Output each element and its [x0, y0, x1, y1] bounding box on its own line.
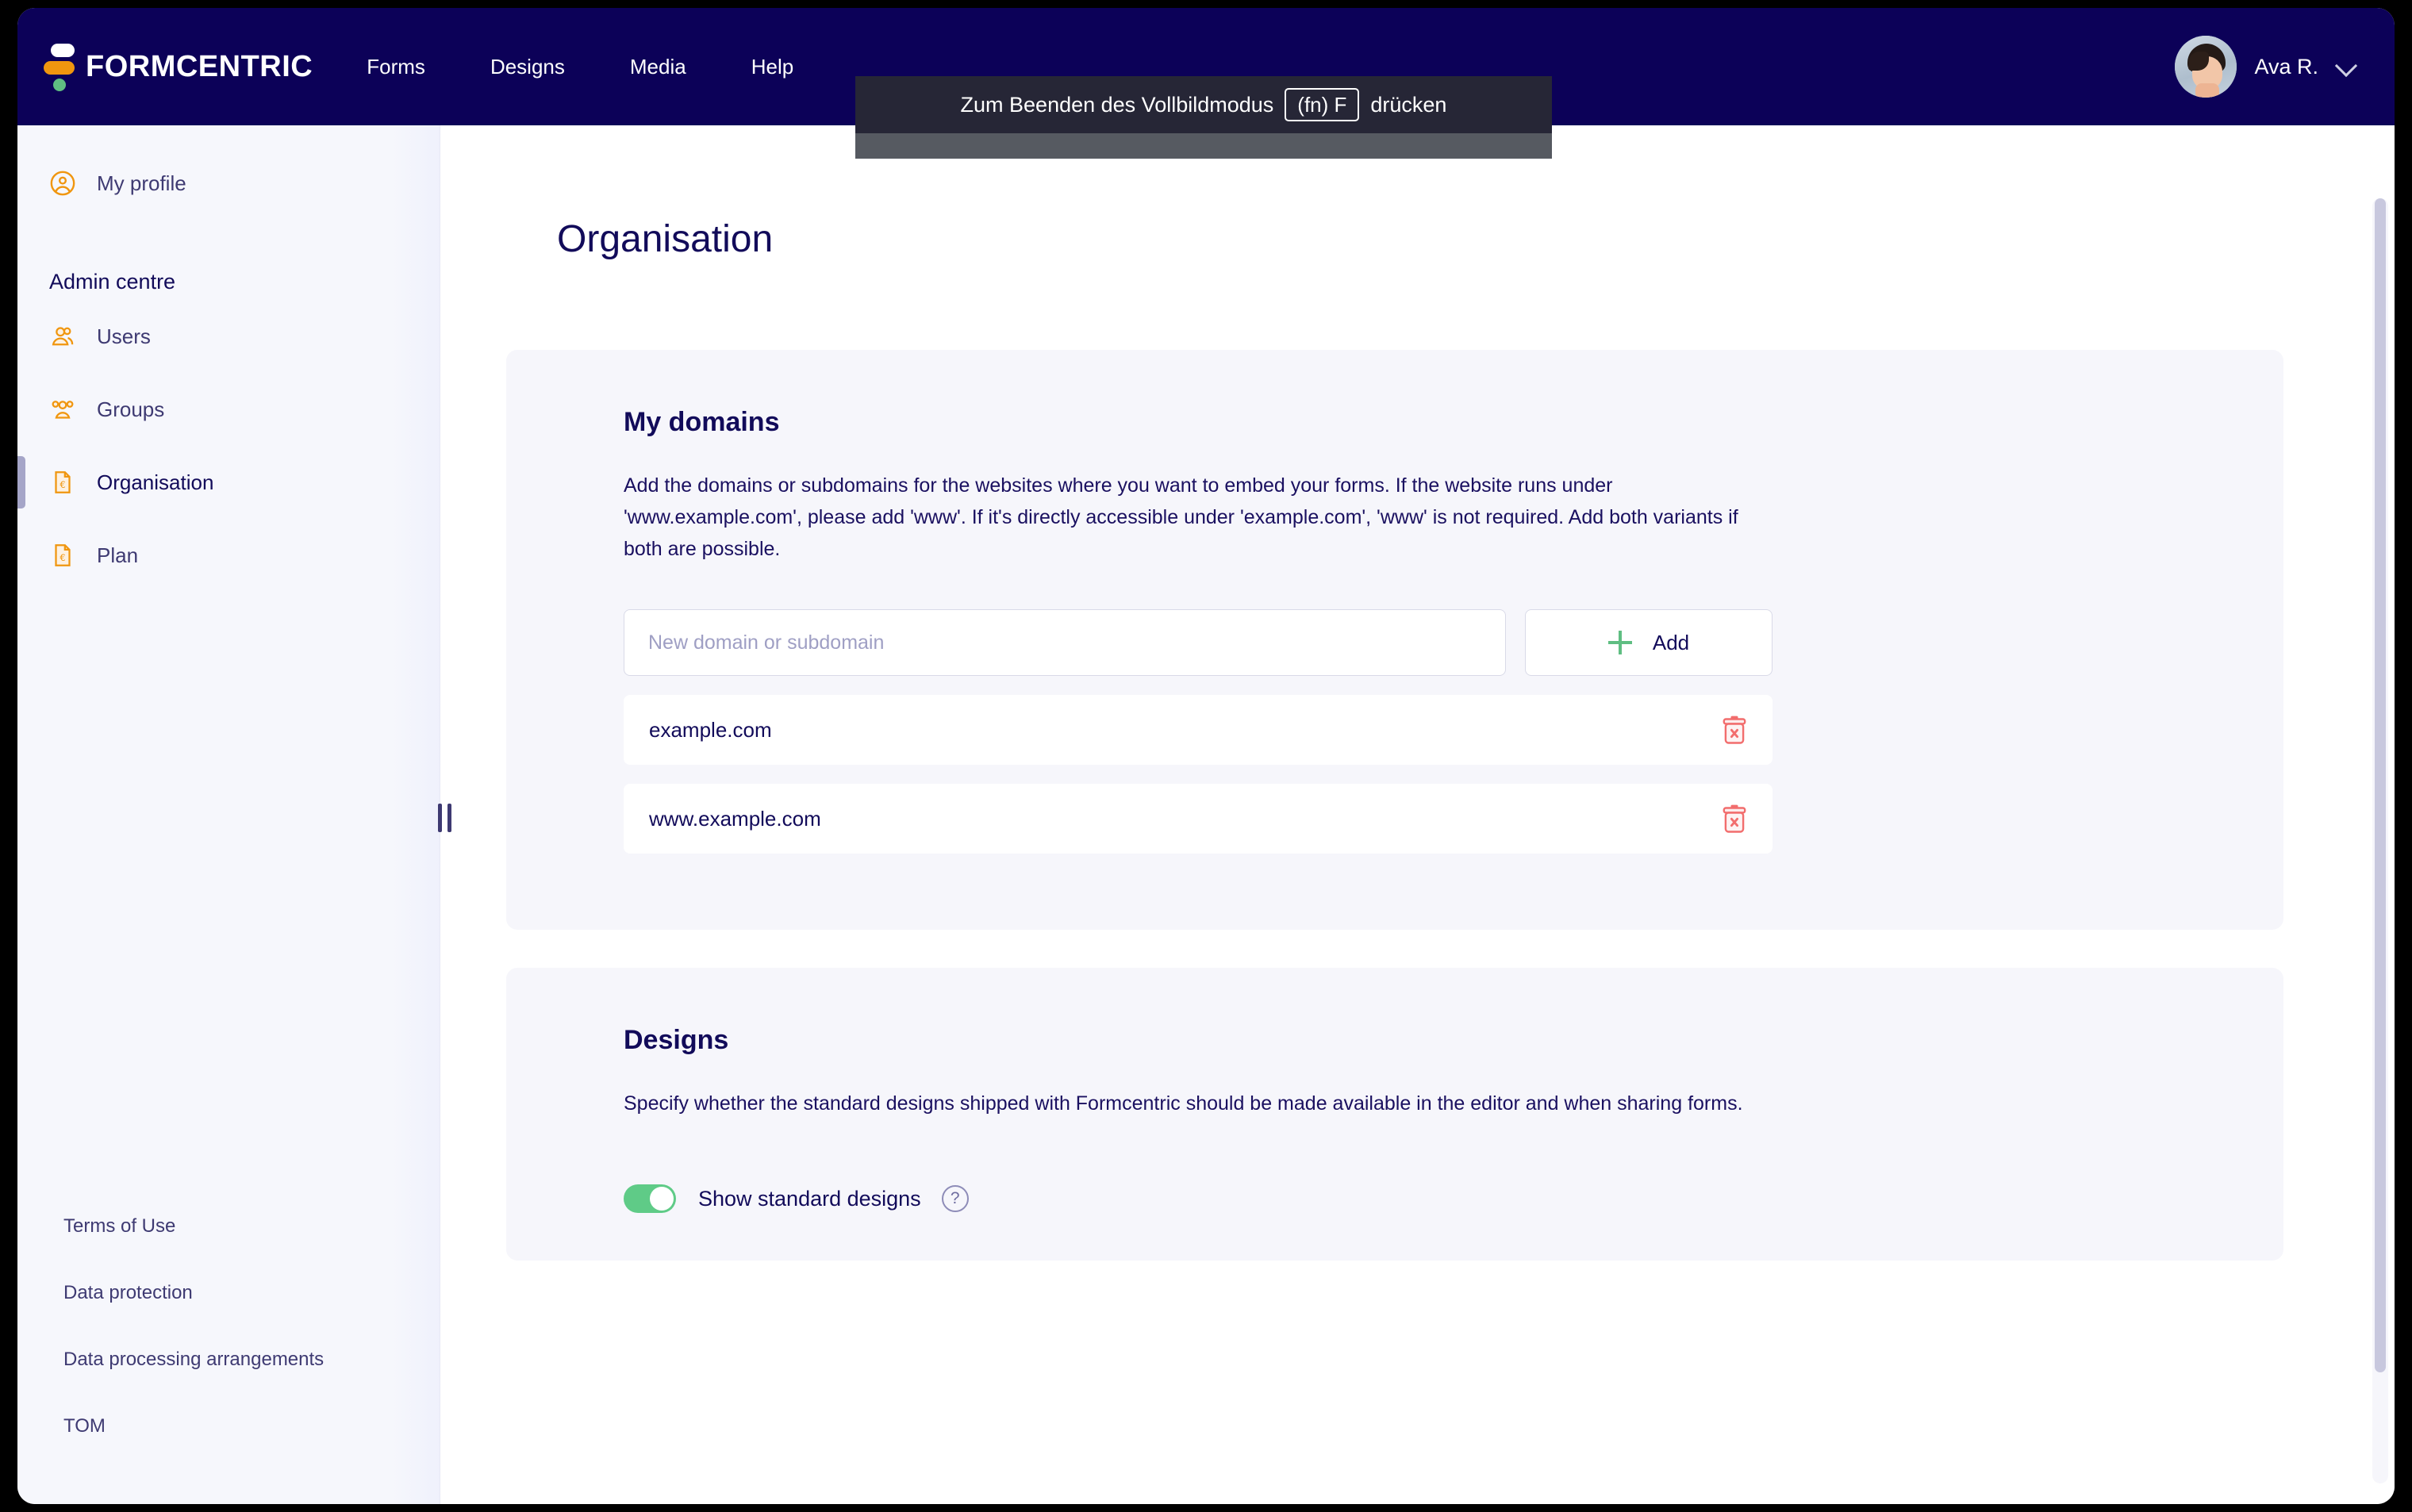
fullscreen-hint-text: Zum Beenden des Vollbildmodus (fn) F drü… [960, 87, 1447, 122]
content-scrollbar[interactable] [2372, 198, 2388, 1483]
user-name: Ava R. [2254, 54, 2318, 79]
sidebar-item-plan[interactable]: € Plan [17, 532, 440, 578]
question-mark-icon[interactable]: ? [941, 1185, 969, 1212]
footer-link-terms-of-use[interactable]: Terms of Use [17, 1215, 440, 1238]
user-menu[interactable]: Ava R. [2175, 8, 2356, 125]
sidebar-admin-list: Users Groups € Organisation € Plan [17, 313, 440, 578]
sidebar-item-users[interactable]: Users [17, 313, 440, 359]
sidebar-section-title: Admin centre [49, 270, 176, 294]
svg-text:€: € [60, 479, 65, 490]
designs-card: Designs Specify whether the standard des… [506, 968, 2283, 1261]
logo-white-bar [51, 44, 75, 57]
my-domains-card: My domains Add the domains or subdomains… [506, 350, 2283, 930]
show-standard-designs-label: Show standard designs [698, 1186, 921, 1211]
domain-list-item: example.com [624, 695, 1773, 765]
footer-link-tom[interactable]: TOM [17, 1415, 440, 1437]
fullscreen-exit-hint: Zum Beenden des Vollbildmodus (fn) F drü… [855, 76, 1552, 159]
sidebar-item-groups[interactable]: Groups [17, 386, 440, 432]
plus-icon [1607, 631, 1632, 654]
fullscreen-hint-key: (fn) F [1285, 87, 1360, 122]
my-domains-heading: My domains [624, 407, 780, 437]
designs-description: Specify whether the standard designs shi… [624, 1092, 1743, 1115]
chevron-down-icon[interactable] [2336, 56, 2356, 77]
sidebar-item-label: Organisation [97, 470, 214, 494]
document-euro-icon: € [49, 542, 76, 569]
brand-name: FORMCENTRIC [86, 49, 313, 83]
group-icon [49, 396, 76, 423]
sidebar-resize-handle[interactable] [434, 804, 455, 835]
fullscreen-hint-suffix: drücken [1370, 92, 1447, 117]
domain-list-item: www.example.com [624, 784, 1773, 854]
sidebar-item-label: Plan [97, 543, 139, 567]
designs-heading: Designs [624, 1025, 729, 1055]
active-indicator [17, 456, 25, 508]
sidebar-footer: Terms of Use Data protection Data proces… [17, 1215, 440, 1437]
sidebar-item-label: My profile [97, 171, 186, 195]
trash-delete-icon[interactable] [1720, 714, 1749, 746]
nav-item-media[interactable]: Media [630, 55, 686, 79]
sidebar-item-label: Groups [97, 397, 165, 421]
user-circle-icon [49, 170, 76, 197]
sidebar-item-label: Users [97, 324, 151, 348]
add-domain-button[interactable]: Add [1525, 609, 1773, 676]
main-content: Organisation My domains Add the domains … [441, 125, 2395, 1504]
logo-green-dot [53, 79, 66, 91]
nav-item-forms[interactable]: Forms [367, 55, 425, 79]
toggle-knob [650, 1187, 674, 1211]
sidebar: My profile Admin centre Users Groups € O… [17, 125, 440, 1504]
domain-name: www.example.com [649, 806, 821, 831]
my-domains-description: Add the domains or subdomains for the we… [624, 474, 1738, 560]
add-domain-row: Add [624, 609, 2283, 676]
sidebar-item-organisation[interactable]: € Organisation [17, 456, 440, 508]
trash-delete-icon[interactable] [1720, 803, 1749, 835]
formcentric-logo-icon [40, 42, 75, 91]
content-scrollbar-thumb[interactable] [2375, 198, 2386, 1372]
nav-item-designs[interactable]: Designs [490, 55, 565, 79]
page-title: Organisation [557, 218, 774, 260]
footer-link-data-processing[interactable]: Data processing arrangements [17, 1349, 440, 1371]
users-icon [49, 323, 76, 350]
avatar [2175, 36, 2237, 98]
nav-item-help[interactable]: Help [751, 55, 793, 79]
show-standard-designs-toggle[interactable] [624, 1184, 676, 1213]
add-button-label: Add [1652, 630, 1690, 654]
document-euro-icon: € [49, 469, 76, 496]
sidebar-item-my-profile[interactable]: My profile [17, 160, 440, 206]
svg-text:€: € [60, 552, 65, 563]
logo-orange-bar [44, 61, 75, 75]
footer-link-data-protection[interactable]: Data protection [17, 1282, 440, 1304]
domain-name: example.com [649, 717, 772, 742]
new-domain-input[interactable] [624, 609, 1506, 676]
fullscreen-hint-prefix: Zum Beenden des Vollbildmodus [960, 92, 1274, 117]
app-window: FORMCENTRIC Forms Designs Media Help Ava… [17, 8, 2395, 1504]
show-standard-designs-row: Show standard designs ? [624, 1184, 2283, 1213]
main-nav: Forms Designs Media Help [367, 55, 858, 79]
brand-logo[interactable]: FORMCENTRIC [40, 42, 313, 91]
